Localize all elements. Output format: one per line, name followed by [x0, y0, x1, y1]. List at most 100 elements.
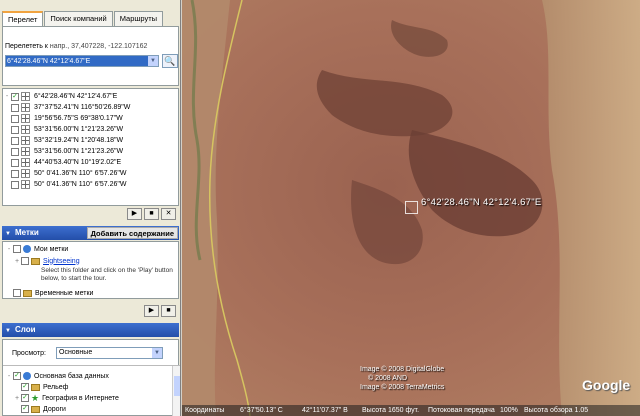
play-button[interactable]: ▶	[127, 208, 142, 220]
list-item[interactable]: 50° 0'41.36"N 110° 6'57.26"W	[3, 179, 127, 190]
checkbox[interactable]	[13, 289, 21, 297]
tour-description: Select this folder and click on the 'Pla…	[41, 267, 173, 282]
status-elevation: Высота 1650 фут.	[362, 407, 420, 414]
checkbox[interactable]	[11, 180, 19, 189]
placemark-icon	[21, 147, 30, 156]
tree-toggle[interactable]: +	[13, 395, 21, 402]
tree-toggle[interactable]: -	[5, 246, 13, 253]
terrain-icon	[31, 383, 40, 391]
status-streaming: Потоковая передача	[428, 407, 495, 414]
placemark-icon	[21, 180, 30, 189]
result-label: 53°31'56.00"N 1°21'23.26"W	[34, 126, 124, 133]
result-label: 37°37'52.41"N 116°50'26.89"W	[34, 104, 131, 111]
chevron-down-icon[interactable]: ▼	[148, 56, 158, 66]
list-item[interactable]: 37°37'52.41"N 116°50'26.89"W	[3, 102, 130, 113]
tab-find-businesses[interactable]: Поиск компаний	[44, 11, 113, 26]
layers-scrollbar[interactable]	[172, 366, 180, 416]
search-tabs: Перелет Поиск компаний Маршруты	[2, 11, 164, 27]
star-icon: ★	[31, 392, 40, 403]
search-panel: Перелететь к напр., 37,407228, -122.1071…	[2, 26, 179, 86]
list-item[interactable]: 53°31'56.00"N 1°21'23.26"W	[3, 146, 123, 157]
search-results-list: - ✓ 6°42'28.46"N 42°12'4.67"E 37°37'52.4…	[2, 88, 179, 206]
sightseeing-item[interactable]: + Sightseeing	[13, 256, 80, 266]
layers-header[interactable]: ▼ Слои	[2, 323, 179, 337]
status-stream-percent: 100%	[500, 407, 518, 414]
result-label: 50° 0'41.36"N 110° 6'57.26"W	[34, 170, 127, 177]
sidebar: Перелет Поиск компаний Маршруты Перелете…	[0, 0, 181, 416]
checkbox[interactable]	[11, 103, 19, 112]
chevron-down-icon[interactable]: ▼	[152, 348, 162, 358]
status-longitude: 42°11'07.37" В	[302, 407, 348, 414]
checkbox[interactable]	[11, 147, 19, 156]
search-button[interactable]: 🔍	[162, 54, 178, 68]
checkbox[interactable]: ✓	[21, 405, 29, 413]
viewer-select[interactable]: Основные ▼	[56, 347, 163, 359]
my-places-item[interactable]: - Мои метки	[5, 244, 68, 254]
list-item[interactable]: 50° 0'41.36"N 110° 6'57.26"W	[3, 168, 127, 179]
imagery-credit: Image © 2008 DigitalGlobe	[360, 366, 445, 373]
checkbox[interactable]	[11, 136, 19, 145]
tree-toggle[interactable]: +	[13, 258, 21, 265]
map-viewport[interactable]: N + 6°42'28.46"N 42°12'4.67"E Image © 20…	[182, 0, 640, 416]
status-eye-altitude: Высота обзора 1.05	[524, 407, 589, 414]
placemark-label[interactable]: 6°42'28.46"N 42°12'4.67"E	[421, 197, 542, 208]
placemark-icon	[21, 92, 30, 101]
close-button[interactable]: ✕	[161, 208, 176, 220]
layer-label: Рельеф	[43, 383, 69, 391]
result-label: 19°56'56.75"S 69°38'0.17"W	[34, 115, 123, 122]
collapse-arrow-icon[interactable]: ▼	[5, 231, 11, 237]
list-item[interactable]: 53°31'56.00"N 1°21'23.26"W	[3, 124, 123, 135]
checkbox[interactable]: ✓	[11, 92, 19, 101]
placemark-icon	[21, 136, 30, 145]
collapse-arrow-icon[interactable]: ▼	[5, 328, 11, 334]
layers-panel: Просмотр: Основные ▼ - ✓ Основная база д…	[2, 339, 180, 416]
globe-icon	[23, 245, 31, 253]
result-label: 6°42'28.46"N 42°12'4.67"E	[34, 93, 118, 100]
placemark-crosshair-icon[interactable]	[405, 201, 418, 214]
places-controls: ▶ ■	[142, 305, 176, 317]
tab-directions[interactable]: Маршруты	[113, 11, 164, 26]
checkbox[interactable]: ✓	[21, 383, 29, 391]
list-item[interactable]: - ✓ 6°42'28.46"N 42°12'4.67"E	[3, 91, 117, 102]
placemark-icon	[21, 169, 30, 178]
checkbox[interactable]	[11, 158, 19, 167]
sightseeing-link[interactable]: Sightseeing	[43, 258, 80, 265]
placemark-icon	[21, 125, 30, 134]
layer-item[interactable]: + ✓ ★ География в Интернете	[13, 393, 119, 403]
list-item[interactable]: 19°56'56.75"S 69°38'0.17"W	[3, 113, 123, 124]
tree-toggle[interactable]: -	[5, 373, 13, 380]
fly-to-label: Перелететь к	[5, 43, 48, 50]
layer-label: География в Интернете	[42, 394, 119, 402]
stop-button[interactable]: ■	[144, 208, 159, 220]
places-header[interactable]: ▼ Метки Добавить содержание	[2, 226, 179, 240]
add-content-button[interactable]: Добавить содержание	[86, 227, 178, 239]
tree-toggle[interactable]: -	[3, 93, 11, 100]
list-item[interactable]: 44°40'53.40"N 10°19'2.02"E	[3, 157, 121, 168]
layer-item[interactable]: ✓ Дороги	[13, 404, 66, 414]
layer-label: Дороги	[43, 405, 66, 413]
checkbox[interactable]	[11, 169, 19, 178]
layer-item[interactable]: ✓ Рельеф	[13, 382, 68, 392]
play-tour-button[interactable]: ▶	[144, 305, 159, 317]
scrollbar-thumb[interactable]	[174, 376, 180, 396]
temporary-places-label: Временные метки	[35, 289, 94, 297]
fly-to-hint: Перелететь к напр., 37,407228, -122.1071…	[5, 43, 147, 50]
fly-to-input[interactable]	[6, 56, 148, 66]
checkbox[interactable]	[11, 114, 19, 123]
temporary-places-item[interactable]: Временные метки	[5, 288, 93, 298]
layers-title: Слои	[14, 325, 36, 334]
tab-fly-to[interactable]: Перелет	[2, 11, 44, 27]
google-logo: Google	[582, 377, 631, 393]
layer-item[interactable]: - ✓ Основная база данных	[5, 371, 109, 381]
list-item[interactable]: 53°32'19.24"N 1°20'48.18"W	[3, 135, 123, 146]
checkbox[interactable]	[13, 245, 21, 253]
status-bar: Координаты 6°37'50.13" С 42°11'07.37" В …	[182, 405, 640, 416]
fly-to-field[interactable]: ▼	[5, 55, 159, 67]
status-coords-label: Координаты	[185, 407, 225, 414]
checkbox[interactable]: ✓	[13, 372, 21, 380]
checkbox[interactable]: ✓	[21, 394, 29, 402]
checkbox[interactable]	[21, 257, 29, 265]
fly-to-example: напр., 37,407228, -122.107162	[49, 43, 148, 50]
stop-tour-button[interactable]: ■	[161, 305, 176, 317]
checkbox[interactable]	[11, 125, 19, 134]
